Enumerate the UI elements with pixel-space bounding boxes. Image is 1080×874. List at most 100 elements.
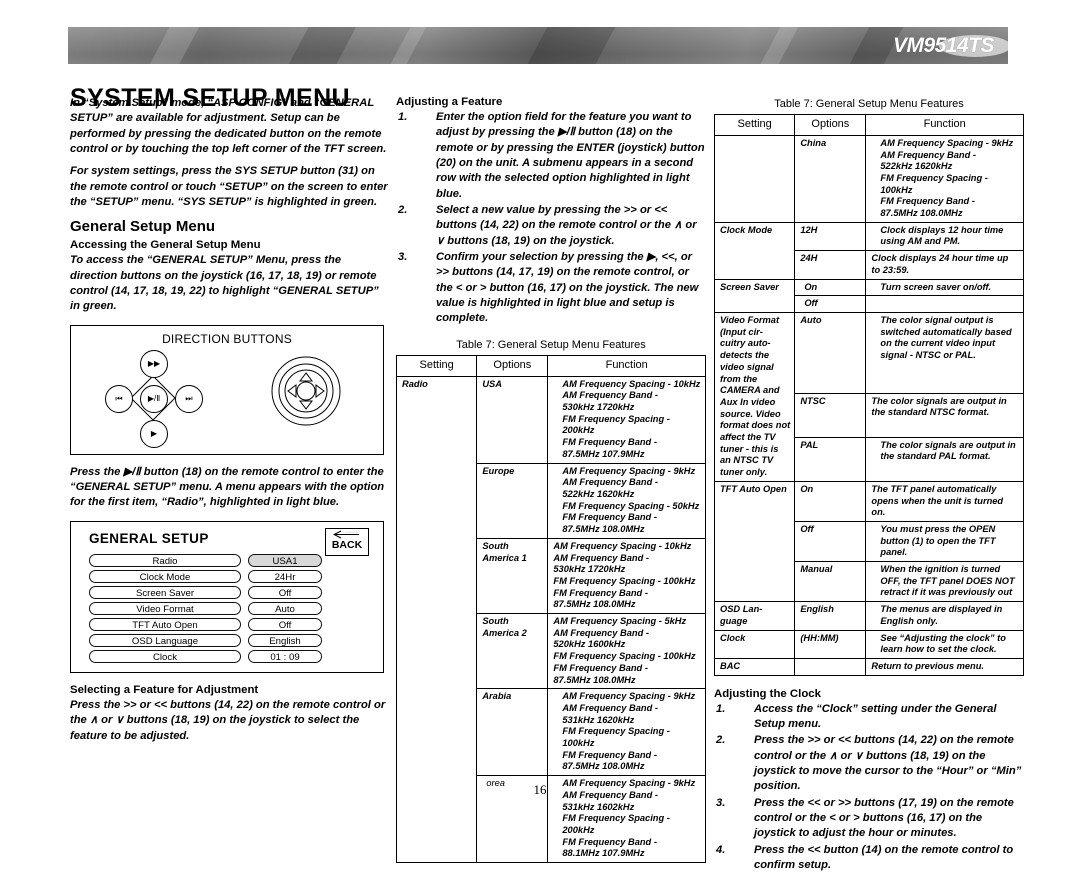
- cell-function: The TFT panel automatically opens when t…: [865, 480, 1024, 522]
- step-text: Confirm your selection by pressing the ▶…: [436, 251, 699, 325]
- cell-function: Return to previous menu.: [865, 657, 1024, 676]
- banner-streak: [274, 27, 364, 64]
- cell-function: The color signals are output in the stan…: [865, 436, 1024, 482]
- cell-option: USA: [476, 375, 549, 464]
- setup-row[interactable]: Clock 01 : 09: [89, 649, 347, 664]
- cell-function: Clock displays 24 hour time up to 23:59.: [865, 250, 1024, 280]
- step-text: Enter the option field for the feature y…: [436, 111, 705, 200]
- cell-option: English: [794, 601, 867, 631]
- setup-row[interactable]: Clock Mode 24Hr: [89, 569, 347, 584]
- banner-streak: [515, 27, 621, 64]
- setup-row-label[interactable]: Radio: [89, 553, 241, 568]
- dpad-right-button[interactable]: ⏭: [175, 384, 203, 413]
- setup-row-value[interactable]: English: [248, 633, 322, 648]
- banner-streak: [372, 27, 438, 64]
- step-number: 4.: [716, 843, 726, 856]
- column-header-setting: Setting: [395, 354, 478, 377]
- dpad-center-button[interactable]: ▶/Ⅱ: [140, 384, 168, 413]
- banner-streak: [743, 27, 809, 64]
- setup-row-label[interactable]: Video Format: [89, 601, 241, 616]
- cell-option: (HH:MM): [794, 629, 867, 659]
- step-number: 2.: [398, 204, 408, 217]
- cell-function: When the ignition is turned OFF, the TFT…: [865, 561, 1024, 603]
- cell-option: On: [794, 480, 867, 522]
- setup-row-label[interactable]: TFT Auto Open: [89, 617, 241, 632]
- setup-row-label[interactable]: OSD Language: [89, 633, 241, 648]
- cell-function: The color signals are output in the stan…: [865, 392, 1024, 438]
- table-row: OSD Lan- guage English The menus are dis…: [713, 601, 1024, 631]
- dpad-diagram: ▶▶ ⏮ ▶/Ⅱ ⏭ ▶: [105, 349, 203, 448]
- logo-text: VM9514TS: [892, 33, 995, 57]
- setup-row-value[interactable]: 01 : 09: [248, 649, 322, 664]
- adjusting-feature-steps: 1. Enter the option field for the featur…: [396, 110, 706, 327]
- middle-column: Adjusting a Feature 1. Enter the option …: [395, 96, 706, 864]
- cell-function: See “Adjusting the clock” to learn how t…: [865, 629, 1024, 659]
- list-item: 3. Confirm your selection by pressing th…: [396, 250, 706, 327]
- setup-row[interactable]: TFT Auto Open Off: [89, 617, 347, 632]
- dpad-up-button[interactable]: ▶▶: [140, 349, 168, 378]
- setup-row-value[interactable]: USA1: [248, 553, 322, 568]
- cell-setting: [713, 134, 796, 223]
- cell-option: 12H: [794, 221, 867, 252]
- step-number: 1.: [398, 111, 408, 123]
- cell-option: Manual: [794, 561, 867, 603]
- back-arrow-icon: [333, 530, 359, 539]
- cell-option: China: [794, 134, 867, 223]
- cell-option: South America 1: [476, 537, 549, 615]
- back-button[interactable]: BACK: [325, 527, 369, 556]
- cell-option: On: [794, 278, 867, 297]
- cell-option: South America 2: [476, 613, 549, 690]
- column-header-options: Options: [476, 354, 549, 377]
- table-row: Video Format (Input cir- cuitry auto- de…: [713, 312, 1024, 482]
- manual-page: VM9514TS SYSTEM SETUP MENU In “System Se…: [0, 0, 1080, 871]
- setup-row[interactable]: Video Format Auto: [89, 601, 347, 616]
- cell-option: PAL: [794, 436, 867, 482]
- table-caption: Table 7: General Setup Menu Features: [774, 98, 964, 110]
- setup-row-label[interactable]: Clock: [89, 649, 241, 664]
- table-header-row: Setting Options Function: [395, 354, 706, 377]
- product-logo: VM9514TS: [892, 30, 1008, 61]
- dpad-left-button[interactable]: ⏮: [105, 384, 133, 413]
- cell-option: Off: [794, 520, 867, 563]
- cell-function: AM Frequency Spacing - 9kHz AM Frequency…: [547, 462, 706, 539]
- cell-setting: Clock: [713, 629, 796, 659]
- cell-option: NTSC: [794, 392, 867, 438]
- setup-screen-title: GENERAL SETUP: [89, 530, 209, 546]
- intro-paragraph-2: For system settings, press the SYS SETUP…: [70, 165, 388, 209]
- cell-function: The color signal output is switched auto…: [865, 312, 1024, 394]
- cell-function: AM Frequency Spacing - 10kHz AM Frequenc…: [547, 375, 706, 464]
- cell-function: AM Frequency Spacing - 5kHz AM Frequency…: [547, 613, 706, 690]
- cell-option: Auto: [794, 312, 867, 394]
- setup-row-label[interactable]: Screen Saver: [89, 585, 241, 600]
- table-row: Clock Mode 12H Clock displays 12 hour ti…: [713, 221, 1024, 280]
- table-header-row: Setting Options Function: [713, 114, 1024, 136]
- setup-row-value[interactable]: Off: [248, 585, 322, 600]
- setup-row-value[interactable]: Auto: [248, 601, 322, 616]
- table-row: Radio USA AM Frequency Spacing - 10kHz A…: [395, 375, 706, 864]
- back-button-label: BACK: [331, 538, 363, 551]
- setup-row-value[interactable]: 24Hr: [248, 569, 322, 584]
- list-item: 1. Access the “Clock” setting under the …: [714, 702, 1024, 733]
- setup-screen-rows: Radio USA1 Clock Mode 24Hr Screen Saver …: [89, 553, 347, 666]
- table-row: BAC Return to previous menu.: [713, 657, 1024, 676]
- right-column: Table 7: General Setup Menu Features Set…: [713, 96, 1024, 874]
- setup-row-label[interactable]: Clock Mode: [89, 569, 241, 584]
- column-header-function: Function: [865, 114, 1024, 136]
- intro-paragraph-1: In “System Setup” mode, “ASP CONFIG” and…: [70, 97, 387, 156]
- banner-streak: [133, 27, 209, 64]
- adjusting-feature-heading: Adjusting a Feature: [396, 96, 503, 108]
- step-number: 1.: [716, 702, 726, 715]
- cell-option: 24H: [794, 250, 867, 280]
- list-item: 3. Press the << or >> buttons (17, 19) o…: [714, 796, 1024, 842]
- table-row: Clock (HH:MM) See “Adjusting the clock” …: [713, 629, 1024, 659]
- press-enter-body: Press the ▶/Ⅱ button (18) on the remote …: [70, 465, 385, 509]
- dpad-down-button[interactable]: ▶: [140, 419, 168, 448]
- setup-row[interactable]: Radio USA1: [89, 553, 347, 568]
- step-text: Select a new value by pressing the >> or…: [436, 204, 697, 247]
- setup-row-value[interactable]: Off: [248, 617, 322, 632]
- setup-row[interactable]: OSD Language English: [89, 633, 347, 648]
- accessing-menu-body: To access the “GENERAL SETUP” Menu, pres…: [70, 254, 379, 313]
- header-banner: VM9514TS: [68, 27, 1008, 64]
- setup-row[interactable]: Screen Saver Off: [89, 585, 347, 600]
- step-text: Access the “Clock” setting under the Gen…: [754, 702, 997, 731]
